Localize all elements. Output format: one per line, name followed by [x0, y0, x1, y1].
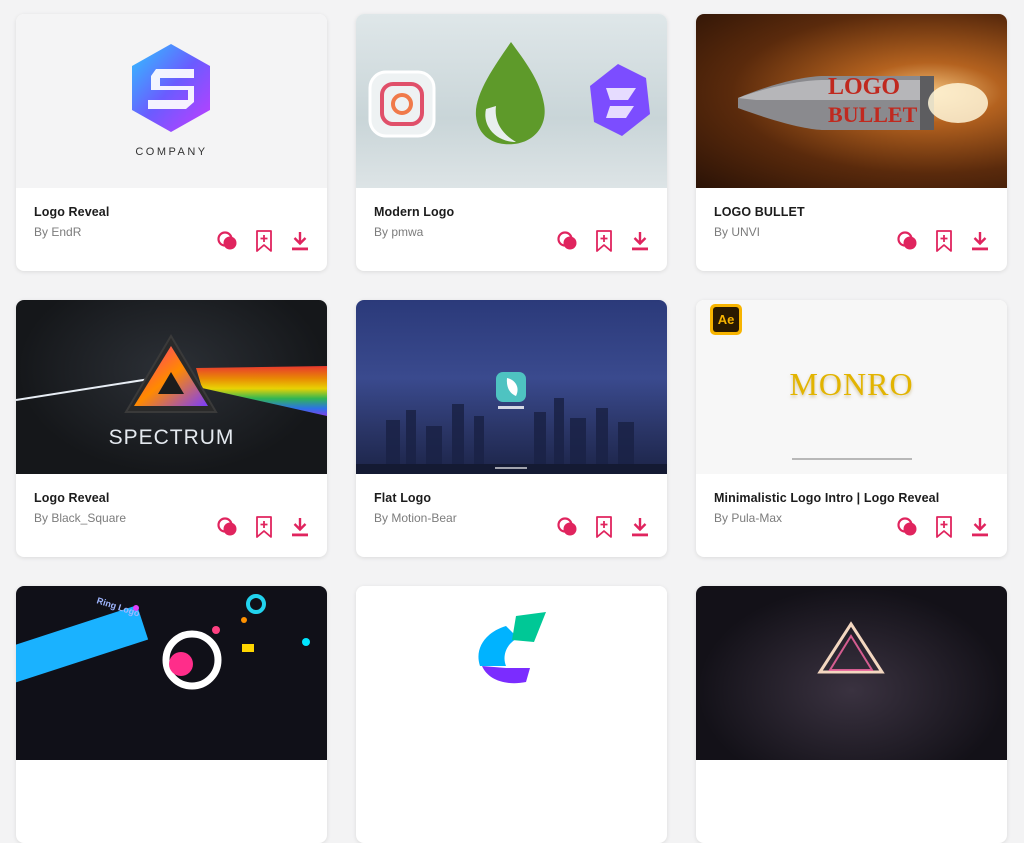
- card-actions: [557, 228, 651, 254]
- card-author[interactable]: By Motion-Bear: [374, 511, 457, 525]
- card-actions: [557, 514, 651, 540]
- card-title[interactable]: Flat Logo: [374, 491, 431, 505]
- logo-preview-image: [817, 621, 885, 674]
- overlap-circles-icon: [897, 517, 917, 536]
- logo-preview-image: [478, 612, 546, 684]
- overlap-circles-icon: [217, 231, 237, 250]
- bookmark-add-icon: [256, 230, 272, 252]
- bookmark-add-icon: [596, 230, 612, 252]
- logo-text: LOGO: [828, 74, 901, 100]
- card-actions: [217, 228, 311, 254]
- template-card[interactable]: [356, 586, 667, 843]
- card-author[interactable]: By pmwa: [374, 225, 423, 239]
- spectrum-text: SPECTRUM: [108, 426, 235, 449]
- template-card[interactable]: Ae MONRO Minimalistic Logo Intro | Logo …: [696, 300, 1007, 557]
- overlap-circles-icon: [557, 231, 577, 250]
- template-card[interactable]: LOGO BULLET LOGO BULLET By UNVI: [696, 14, 1007, 271]
- compare-button[interactable]: [897, 515, 919, 539]
- download-icon: [292, 518, 308, 537]
- add-to-collection-button[interactable]: [253, 229, 275, 253]
- logo-preview-image: [16, 594, 310, 690]
- card-author[interactable]: By Black_Square: [34, 511, 126, 525]
- template-card[interactable]: SPECTRUM Logo Reveal By Black_Square: [16, 300, 327, 557]
- card-author[interactable]: By UNVI: [714, 225, 760, 239]
- card-title[interactable]: Logo Reveal: [34, 491, 109, 505]
- template-card[interactable]: Ring Logo: [16, 586, 327, 843]
- card-actions: [897, 228, 991, 254]
- download-icon: [632, 232, 648, 251]
- card-actions: [897, 514, 991, 540]
- download-button[interactable]: [629, 515, 651, 539]
- card-actions: [217, 514, 311, 540]
- thumbnail[interactable]: [696, 586, 1007, 760]
- download-button[interactable]: [629, 229, 651, 253]
- logo-preview-image: [368, 42, 650, 145]
- compare-button[interactable]: [217, 229, 239, 253]
- template-card[interactable]: Modern Logo By pmwa: [356, 14, 667, 271]
- thumbnail[interactable]: LOGO BULLET: [696, 14, 1007, 188]
- overlap-circles-icon: [897, 231, 917, 250]
- download-button[interactable]: [289, 229, 311, 253]
- download-button[interactable]: [969, 515, 991, 539]
- card-title[interactable]: Minimalistic Logo Intro | Logo Reveal: [714, 491, 939, 505]
- card-author[interactable]: By EndR: [34, 225, 81, 239]
- thumbnail[interactable]: COMPANY: [16, 14, 327, 188]
- thumbnail[interactable]: Ring Logo: [16, 586, 327, 760]
- logo-preview-image: [738, 76, 988, 130]
- card-title[interactable]: Modern Logo: [374, 205, 454, 219]
- download-icon: [632, 518, 648, 537]
- card-author[interactable]: By Pula-Max: [714, 511, 782, 525]
- template-card[interactable]: Flat Logo By Motion-Bear: [356, 300, 667, 557]
- add-to-collection-button[interactable]: [593, 229, 615, 253]
- footer-line-graphic: [792, 458, 912, 460]
- download-button[interactable]: [289, 515, 311, 539]
- compare-button[interactable]: [217, 515, 239, 539]
- add-to-collection-button[interactable]: [593, 515, 615, 539]
- bookmark-add-icon: [936, 230, 952, 252]
- company-text: COMPANY: [135, 146, 208, 158]
- download-button[interactable]: [969, 229, 991, 253]
- download-icon: [292, 232, 308, 251]
- compare-button[interactable]: [557, 229, 579, 253]
- thumbnail[interactable]: [356, 14, 667, 188]
- add-to-collection-button[interactable]: [253, 515, 275, 539]
- thumbnail[interactable]: [356, 300, 667, 474]
- bullet-text: BULLET: [828, 102, 918, 127]
- bookmark-add-icon: [256, 516, 272, 538]
- bookmark-add-icon: [596, 516, 612, 538]
- template-card[interactable]: COMPANY Logo Reveal By EndR: [16, 14, 327, 271]
- bookmark-add-icon: [936, 516, 952, 538]
- card-title[interactable]: LOGO BULLET: [714, 205, 805, 219]
- template-card[interactable]: [696, 586, 1007, 843]
- add-to-collection-button[interactable]: [933, 229, 955, 253]
- thumbnail[interactable]: Ae MONRO: [696, 300, 1007, 474]
- card-title[interactable]: Logo Reveal: [34, 205, 109, 219]
- logo-preview-image: [132, 44, 210, 132]
- thumbnail[interactable]: [356, 586, 667, 760]
- compare-button[interactable]: [557, 515, 579, 539]
- overlap-circles-icon: [217, 517, 237, 536]
- compare-button[interactable]: [897, 229, 919, 253]
- thumbnail[interactable]: SPECTRUM: [16, 300, 327, 474]
- download-icon: [972, 232, 988, 251]
- add-to-collection-button[interactable]: [933, 515, 955, 539]
- logo-preview-image: [356, 372, 667, 474]
- download-icon: [972, 518, 988, 537]
- overlap-circles-icon: [557, 517, 577, 536]
